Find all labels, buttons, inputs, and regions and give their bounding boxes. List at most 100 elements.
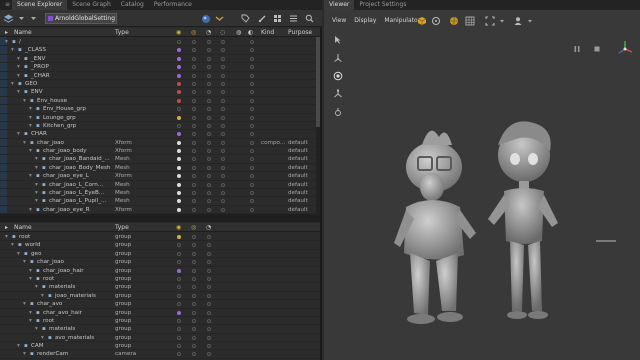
state-toggle[interactable] <box>221 107 225 112</box>
brush-icon[interactable] <box>257 13 268 24</box>
state-toggle[interactable] <box>192 276 196 281</box>
tree-row[interactable]: ▾ ▪ char_joao group <box>0 258 320 267</box>
state-toggle[interactable] <box>207 335 211 340</box>
state-toggle[interactable] <box>250 165 254 170</box>
state-toggle[interactable] <box>192 90 196 95</box>
expand-arrow-icon[interactable]: ▾ <box>29 147 32 155</box>
expand-col-icon[interactable]: ▸ <box>5 29 8 36</box>
menu-view[interactable]: View <box>332 17 346 24</box>
tree-row[interactable]: ▾ ▪ root group <box>0 317 320 326</box>
state-toggle[interactable] <box>192 65 196 70</box>
visibility-toggle[interactable] <box>177 191 181 196</box>
render-globe-icon[interactable] <box>448 15 459 26</box>
state-toggle[interactable] <box>192 251 196 256</box>
tree-row[interactable]: ▾ ▪ ENV <box>0 88 320 97</box>
state-toggle[interactable] <box>207 235 211 239</box>
visibility-toggle[interactable] <box>177 268 181 273</box>
state-toggle[interactable] <box>207 132 211 137</box>
tree-row[interactable]: ▾ ▪ char_joao_body Xform default <box>0 147 320 156</box>
visibility-toggle[interactable] <box>177 344 181 349</box>
payload-column-icon[interactable]: ◍ <box>236 29 241 36</box>
expand-arrow-icon[interactable]: ▾ <box>5 38 8 46</box>
state-toggle[interactable] <box>221 191 225 196</box>
filter-arrow-icon[interactable] <box>214 13 225 24</box>
state-toggle[interactable] <box>207 149 211 154</box>
camera-rig-icon[interactable] <box>430 15 441 26</box>
expand-arrow-icon[interactable]: ▾ <box>11 46 14 54</box>
state-toggle[interactable] <box>192 48 196 53</box>
state-toggle[interactable] <box>207 165 211 170</box>
state-toggle[interactable] <box>192 98 196 103</box>
state-toggle[interactable] <box>207 115 211 120</box>
expand-arrow-icon[interactable]: ▾ <box>35 325 38 333</box>
state-toggle[interactable] <box>221 48 225 53</box>
expand-arrow-icon[interactable]: ▾ <box>23 97 26 105</box>
tree-row[interactable]: ▾ ▪ geo group <box>0 250 320 259</box>
tab-viewer[interactable]: Viewer <box>324 0 355 10</box>
column-type-header[interactable]: Type <box>115 29 129 36</box>
state-toggle[interactable] <box>207 90 211 95</box>
state-toggle[interactable] <box>207 73 211 78</box>
state-toggle[interactable] <box>207 302 211 307</box>
visibility-toggle[interactable] <box>177 243 181 248</box>
state-toggle[interactable] <box>207 327 211 332</box>
state-toggle[interactable] <box>207 260 211 265</box>
state-toggle[interactable] <box>192 149 196 154</box>
state-toggle[interactable] <box>192 335 196 340</box>
tree-row[interactable]: ▾ ▪ Lounge_grp <box>0 114 320 122</box>
tree-row[interactable]: ▾ ▪ Env_House_grp <box>0 105 320 114</box>
state-toggle[interactable] <box>192 157 196 162</box>
tree-row[interactable]: ▾ ▪ root group <box>0 233 320 242</box>
state-toggle[interactable] <box>221 90 225 95</box>
expand-arrow-icon[interactable]: ▾ <box>29 114 32 122</box>
tree-row[interactable]: ▾ ▪ _CLASS <box>0 46 320 55</box>
state-toggle[interactable] <box>221 56 225 61</box>
state-toggle[interactable] <box>221 182 225 187</box>
expand-arrow-icon[interactable]: ▾ <box>29 267 32 275</box>
state-toggle[interactable] <box>207 285 211 290</box>
state-toggle[interactable] <box>250 48 254 53</box>
tree-row[interactable]: ▾ ▪ char_joao_L_Corn... Mesh default <box>0 181 320 190</box>
state-toggle[interactable] <box>221 174 225 179</box>
visibility-toggle[interactable] <box>177 123 181 128</box>
layers-icon[interactable] <box>3 13 14 24</box>
expand-arrow-icon[interactable]: ▾ <box>29 309 32 317</box>
visibility-toggle[interactable] <box>177 302 181 307</box>
state-toggle[interactable] <box>192 81 196 86</box>
state-toggle[interactable] <box>250 115 254 120</box>
expand-arrow-icon[interactable]: ▾ <box>17 88 20 96</box>
tree-row[interactable]: ▾ ▪ avo_materials group <box>0 334 320 343</box>
state-toggle[interactable] <box>250 81 254 86</box>
state-toggle[interactable] <box>221 207 225 212</box>
cube-icon[interactable] <box>416 15 427 26</box>
expand-arrow-icon[interactable]: ▾ <box>35 181 38 189</box>
tree-row[interactable]: ▾ ▪ root group <box>0 275 320 284</box>
state-toggle[interactable] <box>207 81 211 86</box>
top-scroll-thumb[interactable] <box>316 37 320 127</box>
tab-scene-graph[interactable]: Scene Graph <box>67 0 116 10</box>
state-toggle[interactable] <box>221 73 225 78</box>
state-toggle[interactable] <box>192 182 196 187</box>
tree-row[interactable]: ▾ ▪ _ENV <box>0 55 320 64</box>
visibility-toggle[interactable] <box>177 182 181 187</box>
tab-scene-explorer[interactable]: Scene Explorer <box>12 0 68 10</box>
column-type-header[interactable]: Type <box>115 224 129 231</box>
active-column-icon[interactable]: ◎ <box>191 29 196 36</box>
tree-row[interactable]: ▾ ▪ CAM group <box>0 342 320 351</box>
expand-arrow-icon[interactable]: ▾ <box>11 241 14 249</box>
state-toggle[interactable] <box>192 165 196 170</box>
expand-arrow-icon[interactable]: ▾ <box>17 55 20 63</box>
state-toggle[interactable] <box>192 268 196 273</box>
tab-performance[interactable]: Performance <box>149 0 197 10</box>
expand-arrow-icon[interactable]: ▾ <box>29 275 32 283</box>
state-toggle[interactable] <box>192 115 196 120</box>
select-arrow-icon[interactable] <box>332 34 343 45</box>
tree-row[interactable]: ▾ ▪ Kitchen_grp <box>0 122 320 131</box>
expand-arrow-icon[interactable]: ▾ <box>29 206 32 214</box>
tree-row[interactable]: ▾ ▪ _PROP <box>0 63 320 72</box>
visibility-toggle[interactable] <box>177 207 181 212</box>
state-toggle[interactable] <box>207 251 211 256</box>
tree-row[interactable]: ▾ ▪ char_avo_hair group <box>0 309 320 317</box>
visibility-toggle[interactable] <box>177 251 181 256</box>
expand-arrow-icon[interactable]: ▾ <box>41 334 44 342</box>
